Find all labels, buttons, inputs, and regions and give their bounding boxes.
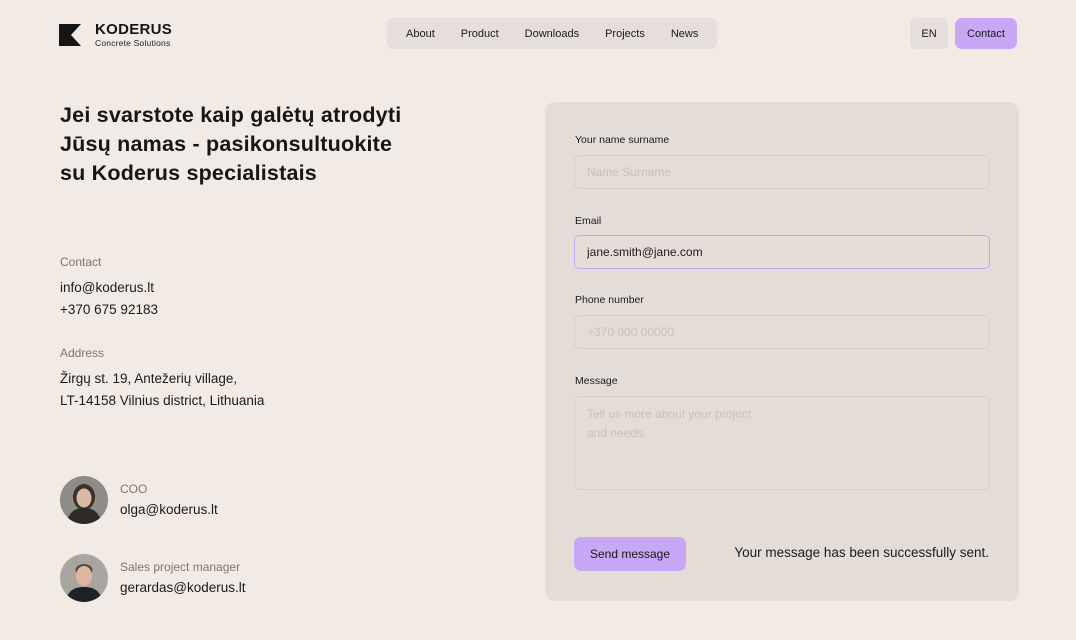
brand-tagline: Concrete Solutions — [95, 38, 171, 48]
brand-name: KODERUS — [95, 21, 173, 38]
email-label: Email — [575, 215, 602, 227]
person-email[interactable]: olga@koderus.lt — [120, 502, 218, 518]
brand-logo[interactable]: KODERUS Concrete Solutions — [59, 22, 172, 48]
headline-line-1: Jei svarstote kaip galėtų atrodyti — [60, 103, 402, 127]
send-message-button[interactable]: Send message — [574, 537, 686, 571]
portrait-icon — [60, 554, 108, 602]
contact-label: Contact — [60, 255, 102, 269]
address-line-1: Žirgų st. 19, Antežerių village, — [60, 371, 238, 386]
name-input[interactable] — [574, 155, 990, 189]
main-nav: About Product Downloads Projects News — [387, 18, 718, 49]
message-textarea[interactable] — [574, 396, 990, 490]
success-message: Your message has been successfully sent. — [734, 545, 989, 560]
address-line-2: LT-14158 Vilnius district, Lithuania — [60, 393, 265, 408]
language-button[interactable]: EN — [910, 18, 948, 49]
nav-downloads[interactable]: Downloads — [512, 28, 592, 40]
nav-about[interactable]: About — [393, 28, 448, 40]
contact-email[interactable]: info@koderus.lt — [60, 280, 154, 295]
name-label: Your name surname — [575, 134, 670, 146]
headline-line-3: su Koderus specialistais — [60, 161, 317, 185]
nav-product[interactable]: Product — [448, 28, 512, 40]
nav-news[interactable]: News — [658, 28, 712, 40]
avatar — [60, 554, 108, 602]
contact-phone[interactable]: +370 675 92183 — [60, 302, 158, 317]
contact-form: Your name surname Email Phone number Mes… — [545, 102, 1019, 601]
person-role: Sales project manager — [120, 560, 241, 574]
koderus-logo-icon — [59, 23, 81, 46]
address-label: Address — [60, 346, 105, 360]
email-input[interactable] — [574, 235, 990, 269]
phone-label: Phone number — [575, 294, 644, 306]
contact-button[interactable]: Contact — [955, 18, 1017, 49]
message-label: Message — [575, 375, 618, 387]
portrait-icon — [60, 476, 108, 524]
person-card-coo: COO olga@koderus.lt — [60, 476, 218, 524]
phone-input[interactable] — [574, 315, 990, 349]
nav-projects[interactable]: Projects — [592, 28, 658, 40]
person-role: COO — [120, 482, 148, 496]
avatar — [60, 476, 108, 524]
person-email[interactable]: gerardas@koderus.lt — [120, 580, 246, 596]
headline-line-2: Jūsų namas - pasikonsultuokite — [60, 132, 393, 156]
person-card-sales: Sales project manager gerardas@koderus.l… — [60, 554, 246, 602]
page-headline: Jei svarstote kaip galėtų atrodyti Jūsų … — [60, 101, 480, 188]
